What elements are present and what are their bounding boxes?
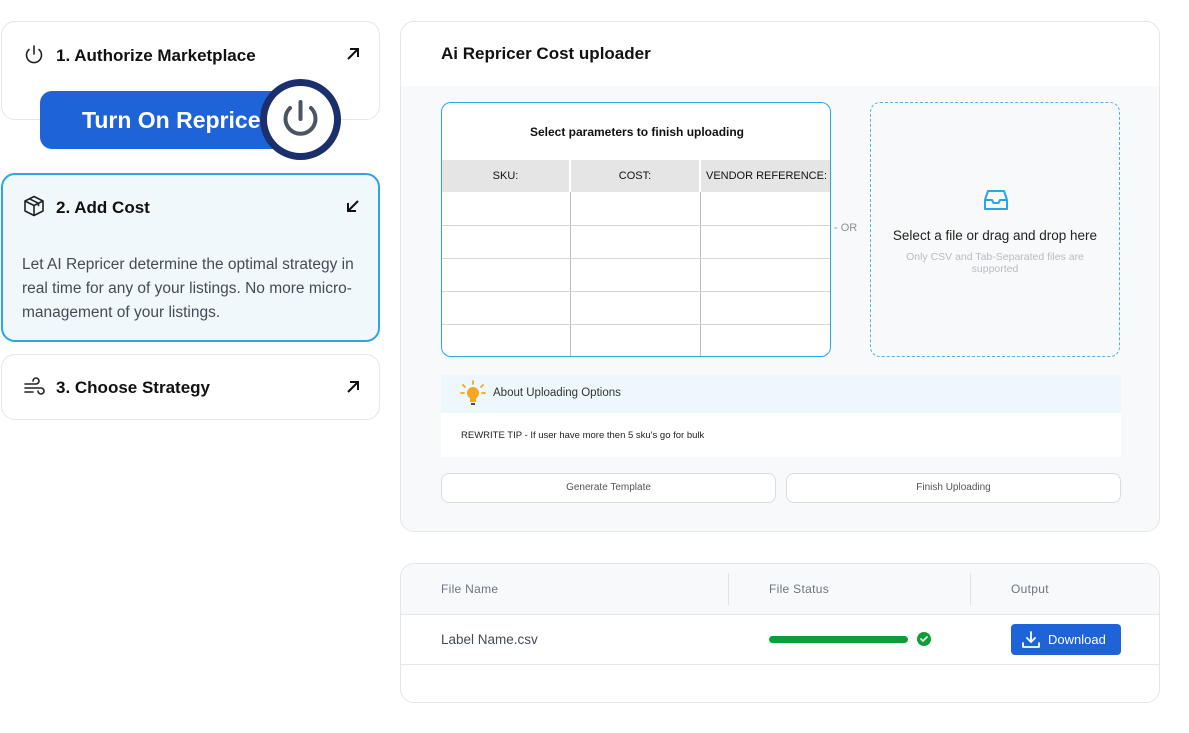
- box-icon: [24, 195, 44, 217]
- table-cell[interactable]: [570, 324, 701, 356]
- table-row: Label Name.csv Download: [401, 616, 1159, 665]
- panel-title: Ai Repricer Cost uploader: [441, 44, 651, 63]
- or-separator: - OR: [834, 222, 858, 234]
- arrow-up-right-icon: [347, 48, 359, 60]
- column-header-file-status: File Status: [769, 582, 829, 596]
- power-toggle[interactable]: [260, 79, 341, 160]
- download-button[interactable]: Download: [1011, 624, 1121, 655]
- column-header-output: Output: [1011, 582, 1049, 596]
- table-cell[interactable]: [700, 291, 830, 325]
- table-cell[interactable]: [570, 192, 701, 226]
- step-title: 3. Choose Strategy: [56, 378, 210, 397]
- about-uploading-options-body: REWRITE TIP - If user have more then 5 s…: [441, 413, 1121, 457]
- arrow-down-left-icon: [347, 200, 359, 212]
- table-cell[interactable]: [442, 192, 571, 226]
- table-cell[interactable]: [700, 324, 830, 356]
- table-cell[interactable]: [570, 225, 701, 259]
- upload-progress-bar: [769, 636, 908, 643]
- step-title: 2. Add Cost: [56, 198, 150, 217]
- lightbulb-icon: [460, 380, 486, 405]
- table-row: [442, 225, 830, 259]
- drop-zone-label: Select a file or drag and drop here: [892, 228, 1098, 243]
- power-icon: [25, 45, 43, 64]
- turn-on-repricer-button[interactable]: Turn On Repricer: [40, 91, 290, 149]
- table-row: [442, 192, 830, 226]
- power-icon: [283, 100, 318, 136]
- finish-uploading-button[interactable]: Finish Uploading: [786, 473, 1121, 503]
- drop-zone-hint: Only CSV and Tab-Separated files are sup…: [906, 251, 1084, 275]
- file-name: Label Name.csv: [441, 632, 538, 647]
- table-cell[interactable]: [442, 258, 571, 292]
- table-row: [442, 258, 830, 292]
- table-cell[interactable]: [570, 291, 701, 325]
- table-cell[interactable]: [442, 291, 571, 325]
- turn-on-label: Turn On Repricer: [82, 107, 270, 133]
- column-header-cost: COST:: [570, 160, 701, 192]
- step-card-add-cost[interactable]: 2. Add Cost Let AI Repricer determine th…: [1, 173, 380, 342]
- table-row: [442, 324, 830, 356]
- file-drop-zone[interactable]: Select a file or drag and drop here Only…: [870, 102, 1120, 357]
- generate-template-button[interactable]: Generate Template: [441, 473, 776, 503]
- inbox-icon: [984, 190, 1008, 210]
- table-cell[interactable]: [700, 258, 830, 292]
- step-title: 1. Authorize Marketplace: [56, 46, 256, 65]
- column-divider: [728, 573, 729, 605]
- step-card-choose-strategy[interactable]: 3. Choose Strategy: [1, 354, 380, 420]
- download-label: Download: [1048, 632, 1106, 647]
- files-table: File Name File Status Output Label Name.…: [400, 563, 1160, 703]
- files-table-header: File Name File Status Output: [401, 564, 1159, 615]
- check-icon: [917, 632, 931, 646]
- about-uploading-options-label: About Uploading Options: [493, 387, 621, 399]
- table-row: [442, 291, 830, 325]
- panel-header: Ai Repricer Cost uploader: [401, 22, 1159, 86]
- table-cell[interactable]: [570, 258, 701, 292]
- parameter-table: SKU: COST: VENDOR REFERENCE:: [442, 160, 830, 356]
- about-uploading-options-header[interactable]: About Uploading Options: [441, 375, 1121, 413]
- table-cell[interactable]: [700, 225, 830, 259]
- table-cell[interactable]: [442, 324, 571, 356]
- parameter-title: Select parameters to finish uploading: [529, 125, 745, 139]
- parameter-table-box: Select parameters to finish uploading SK…: [441, 102, 831, 357]
- wind-icon: [24, 377, 45, 395]
- table-cell[interactable]: [442, 225, 571, 259]
- column-divider: [970, 573, 971, 605]
- column-header-sku: SKU:: [442, 160, 571, 192]
- table-cell[interactable]: [700, 192, 830, 226]
- upload-tip: REWRITE TIP - If user have more then 5 s…: [461, 430, 705, 441]
- column-header-file-name: File Name: [441, 582, 499, 596]
- download-icon: [1022, 631, 1040, 648]
- arrow-up-right-icon: [347, 381, 359, 393]
- column-header-vendor-reference: VENDOR REFERENCE:: [700, 160, 830, 192]
- cost-uploader-panel: Ai Repricer Cost uploader Select paramet…: [400, 21, 1160, 532]
- step-description: Let AI Repricer determine the optimal st…: [22, 256, 354, 321]
